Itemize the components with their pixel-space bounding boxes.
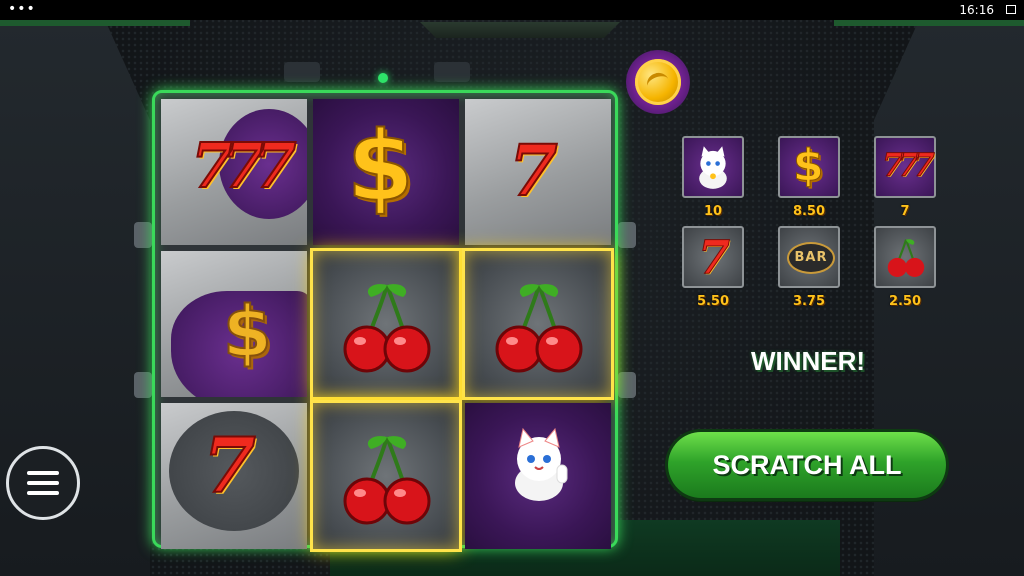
- winner-message: WINNER!: [750, 346, 866, 376]
- hamburger-icon-line: [27, 491, 59, 495]
- cherry-icon: [495, 284, 583, 373]
- right-green-trim: [834, 20, 1024, 26]
- status-led-icon: [378, 73, 388, 83]
- scratch-tile-7[interactable]: 7: [161, 403, 307, 549]
- gold-coin-icon: [635, 59, 681, 105]
- left-green-trim: [0, 20, 190, 26]
- lucky-cat-icon: [515, 427, 568, 501]
- paytable-dollar: $: [778, 136, 840, 198]
- grid-hinge-left-bottom: [134, 372, 152, 398]
- seven-icon: 7: [697, 230, 731, 285]
- scratch-tile-3[interactable]: 7: [465, 99, 611, 245]
- scratch-tile-4[interactable]: $: [161, 251, 307, 397]
- paytable-seven: 7: [682, 226, 744, 288]
- coin-balance-icon[interactable]: [626, 50, 690, 114]
- window-icon: [1006, 5, 1016, 14]
- seven-icon: 7: [202, 420, 257, 511]
- dollar-icon: $: [222, 290, 273, 374]
- paytable-value: 7: [900, 204, 910, 219]
- cherry-icon: [343, 284, 431, 373]
- dollar-icon: $: [346, 110, 415, 224]
- paytable-value: 5.50: [696, 294, 730, 309]
- paytable-bar: BAR: [778, 226, 840, 288]
- paytable-lucky-cat: [682, 136, 744, 198]
- status-time: 16:16: [959, 3, 994, 17]
- scratch-tile-1[interactable]: 777: [161, 99, 307, 245]
- top-connector-right: [434, 62, 470, 82]
- scratch-all-button[interactable]: SCRATCH ALL: [668, 432, 946, 498]
- scratch-tile-5[interactable]: [313, 251, 459, 397]
- grid-hinge-right-bottom: [618, 372, 636, 398]
- paytable-value: 8.50: [792, 204, 826, 219]
- status-bar: ••• 16:16: [0, 0, 1024, 20]
- scratch-tile-6[interactable]: [465, 251, 611, 397]
- top-connector-left: [284, 62, 320, 82]
- scratch-tile-8[interactable]: [313, 403, 459, 549]
- triple-seven-icon: 777: [882, 146, 936, 185]
- menu-button[interactable]: [6, 446, 80, 520]
- cherry-icon: [343, 436, 431, 525]
- bar-icon: BAR: [787, 242, 835, 274]
- grid-hinge-right-top: [618, 222, 636, 248]
- top-light-bar: [420, 22, 620, 38]
- paytable-triple-seven: 777: [874, 136, 936, 198]
- grid-hinge-left-top: [134, 222, 152, 248]
- hamburger-icon-line: [27, 471, 59, 475]
- scratch-grid: 777 $ 7 $ 7: [152, 90, 618, 549]
- paytable-value: 2.50: [888, 294, 922, 309]
- scratch-tile-9[interactable]: [465, 403, 611, 549]
- lucky-cat-icon: [699, 146, 727, 189]
- cherry-icon: [887, 239, 925, 277]
- triple-seven-icon: 777: [190, 128, 297, 203]
- paytable-value: 10: [703, 204, 723, 219]
- dollar-icon: $: [793, 140, 825, 192]
- seven-icon: 7: [508, 128, 559, 213]
- scratch-tile-2[interactable]: $: [313, 99, 459, 245]
- paytable-value: 3.75: [792, 294, 826, 309]
- paytable-cherry: [874, 226, 936, 288]
- hamburger-icon-line: [27, 481, 59, 485]
- status-dots: •••: [8, 1, 36, 17]
